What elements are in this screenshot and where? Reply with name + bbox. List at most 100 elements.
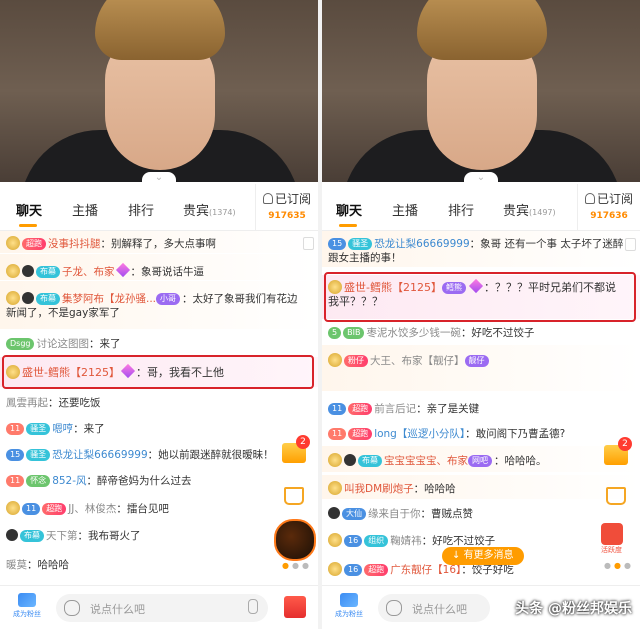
user-name[interactable]: 集梦阿布【龙孙骚... bbox=[62, 293, 156, 305]
chat-input-placeholder: 说点什么吧 bbox=[412, 603, 467, 616]
message-text: ：她以前跟迷醉就很暧昧！ bbox=[147, 449, 274, 461]
user-name[interactable]: 枣泥水饺多少钱一碗 bbox=[366, 327, 461, 339]
chat-message: 大仙 缘来自于你：曹贼点赞 bbox=[328, 507, 626, 521]
message-text: ：哈哈哈 bbox=[27, 559, 69, 571]
user-name[interactable]: 恐龙让梨66669999 bbox=[52, 449, 147, 461]
user-name[interactable]: 鞠婧祎 bbox=[390, 535, 422, 547]
fan-badge: 粉仔 bbox=[344, 355, 368, 367]
chat-message: 11 骚圣 嗯哼：来了 bbox=[6, 422, 304, 436]
activity-widget-icon[interactable] bbox=[601, 523, 623, 545]
fan-badge: 超跑 bbox=[42, 503, 67, 515]
fan-badge: 超跑 bbox=[348, 403, 373, 415]
chat-message: 11 超跑 JJ、林俊杰：擂台见吧 bbox=[6, 501, 304, 516]
level-icon bbox=[328, 562, 342, 576]
message-text: ：来了 bbox=[88, 338, 121, 350]
emoji-icon[interactable] bbox=[64, 600, 80, 616]
tab-ranking[interactable]: 排行 bbox=[448, 200, 474, 219]
user-name[interactable]: long【巡逻小分队】 bbox=[374, 428, 465, 440]
bell-icon bbox=[584, 193, 595, 204]
fan-badge: 超跑 bbox=[364, 564, 389, 576]
user-name[interactable]: 盛世-鳕熊【2125】 bbox=[22, 366, 120, 379]
message-text: ：象哥说话牛逼 bbox=[130, 266, 205, 278]
user-name[interactable]: 852-风 bbox=[52, 475, 86, 487]
tab-ranking[interactable]: 排行 bbox=[128, 200, 154, 219]
user-name[interactable]: 缘来自于你 bbox=[368, 508, 421, 520]
chevron-down-icon[interactable]: ⌄ bbox=[464, 172, 498, 182]
report-icon[interactable] bbox=[303, 237, 314, 250]
tab-anchor[interactable]: 主播 bbox=[392, 200, 418, 219]
level-icon bbox=[328, 453, 342, 467]
chat-input-placeholder: 说点什么吧 bbox=[90, 603, 145, 616]
become-fan-label: 成为粉丝 bbox=[13, 610, 41, 618]
fan-badge: 骚圣 bbox=[348, 238, 373, 250]
user-name[interactable]: 天下第 bbox=[46, 530, 78, 542]
fan-badge: 超跑 bbox=[22, 238, 46, 250]
subscribe-button[interactable]: 已订阅 917635 bbox=[255, 184, 318, 230]
message-text: ：亲了是关键 bbox=[416, 403, 480, 415]
chat-list[interactable]: 15 骚圣 恐龙让梨66669999：象哥 还有一个事 太子坏了迷醉跟女主播的事！ … bbox=[322, 231, 640, 585]
chat-list[interactable]: 超跑 没事抖抖腿：别解释了，多大点事啊 布幕 子龙、布家 ：象哥说话牛逼 布幕 集梦阿布… bbox=[0, 231, 318, 585]
user-name[interactable]: 子龙、布家 bbox=[62, 266, 115, 278]
user-name[interactable]: JJ、林俊杰 bbox=[68, 503, 116, 515]
avatar bbox=[344, 454, 356, 466]
more-messages-button[interactable]: ↓ 有更多消息 bbox=[442, 547, 524, 565]
become-fan-button[interactable]: 成为粉丝 bbox=[8, 593, 46, 623]
fan-badge: BIB bbox=[343, 327, 365, 339]
become-fan-label: 成为粉丝 bbox=[335, 610, 363, 618]
become-fan-button[interactable]: 成为粉丝 bbox=[330, 593, 368, 623]
user-name[interactable]: 没事抖抖腿 bbox=[48, 238, 101, 250]
user-name[interactable]: 宝宝宝宝宝、布家 bbox=[384, 455, 468, 467]
tab-bar: 聊天 主播 排行 贵宾(1374) 已订阅 917635 bbox=[0, 184, 318, 231]
user-name[interactable]: 盛世-鳕熊【2125】 bbox=[344, 281, 442, 294]
level-icon bbox=[6, 264, 20, 278]
chevron-down-icon[interactable]: ⌄ bbox=[142, 172, 176, 182]
message-text: ：好吃不过饺子 bbox=[460, 327, 535, 339]
tab-chat[interactable]: 聊天 bbox=[336, 200, 362, 219]
subscriber-count: 917635 bbox=[268, 211, 306, 221]
user-name[interactable]: 嗯哼 bbox=[52, 423, 73, 435]
gift-icon[interactable] bbox=[284, 596, 306, 618]
user-name[interactable]: 讨论这图图 bbox=[36, 338, 89, 350]
user-name[interactable]: 广东靓仔【16】 bbox=[390, 564, 461, 576]
user-name[interactable]: 鳳雲再起 bbox=[6, 397, 48, 409]
report-icon[interactable] bbox=[625, 238, 636, 251]
right-screenshot-panel: ⌄ 聊天 主播 排行 贵宾(1497) 已订阅 917636 15 骚圣 恐龙让梨6… bbox=[322, 0, 640, 629]
user-name[interactable]: 大王、布家【靓仔】 bbox=[370, 355, 465, 367]
tab-vip-label: 贵宾 bbox=[183, 204, 210, 219]
message-text: ：象哥 还有一个事 太子坏了迷醉跟女主播的事！ bbox=[328, 238, 624, 264]
avatar bbox=[328, 507, 340, 519]
tab-anchor[interactable]: 主播 bbox=[72, 200, 98, 219]
wolf-avatar-icon[interactable] bbox=[274, 519, 316, 561]
subscribe-label: 已订阅 bbox=[596, 192, 633, 206]
vip-count: (1497) bbox=[529, 208, 556, 217]
subscribe-button[interactable]: 已订阅 917636 bbox=[577, 184, 640, 230]
noble-badge: 鳕熊 bbox=[441, 282, 466, 294]
streamer-hair bbox=[417, 0, 547, 60]
chat-input[interactable]: 说点什么吧 bbox=[378, 594, 490, 622]
user-name[interactable]: 暖莫 bbox=[6, 559, 27, 571]
tab-chat[interactable]: 聊天 bbox=[16, 200, 42, 219]
message-text: ：哥，我看不上他 bbox=[135, 366, 224, 379]
chat-message-highlighted: 盛世-鳕熊【2125】 ：哥，我看不上他 bbox=[6, 363, 304, 380]
user-name[interactable]: 恐龙让梨66669999 bbox=[374, 238, 469, 250]
tab-vip[interactable]: 贵宾(1374) bbox=[183, 200, 236, 219]
fan-icon bbox=[18, 593, 36, 607]
fan-badge: 布幕 bbox=[36, 266, 60, 278]
shopping-cart-icon[interactable] bbox=[284, 487, 304, 505]
tab-vip[interactable]: 贵宾(1497) bbox=[503, 200, 556, 219]
message-text: ：饺子好吃 bbox=[461, 564, 514, 576]
live-video[interactable]: ⌄ bbox=[322, 0, 640, 182]
message-text: ：别解释了，多大点事啊 bbox=[100, 238, 217, 250]
message-text: ：还要吃饭 bbox=[48, 397, 101, 409]
live-video[interactable]: ⌄ bbox=[0, 0, 318, 182]
level-icon bbox=[328, 353, 342, 367]
chat-message: 粉仔 大王、布家【靓仔】 靓仔 bbox=[328, 353, 626, 368]
message-text: ：曹贼点赞 bbox=[420, 508, 474, 520]
user-name[interactable]: 叫我DM刷炮子 bbox=[344, 483, 414, 495]
noble-badge: 小哥 bbox=[156, 293, 181, 305]
microphone-icon[interactable] bbox=[248, 599, 258, 614]
shopping-cart-icon[interactable] bbox=[606, 487, 626, 505]
emoji-icon[interactable] bbox=[386, 600, 402, 616]
chat-input[interactable]: 说点什么吧 bbox=[56, 594, 268, 622]
user-name[interactable]: 前言后记 bbox=[374, 403, 416, 415]
